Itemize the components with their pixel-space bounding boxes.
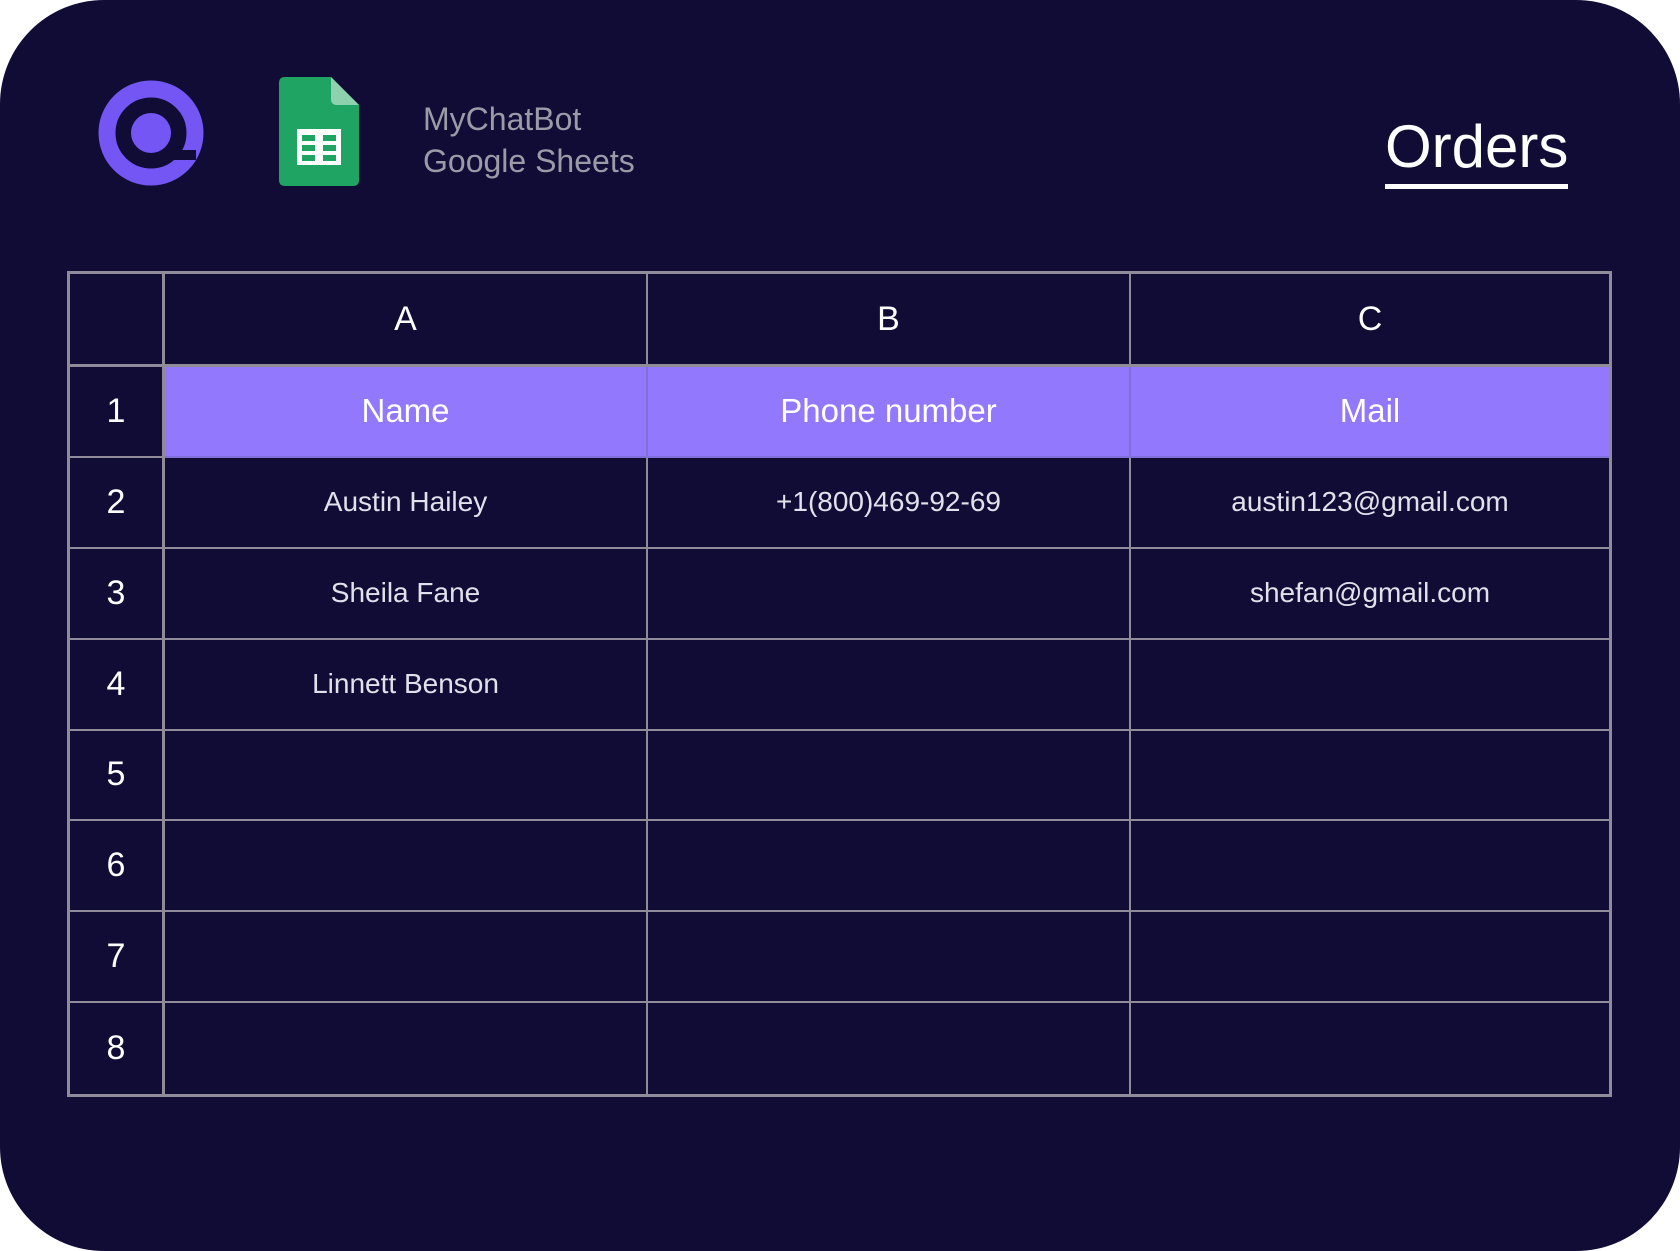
cell-b8[interactable] xyxy=(648,1003,1131,1094)
cell-c1[interactable]: Mail xyxy=(1131,367,1609,458)
cell-b2[interactable]: +1(800)469-92-69 xyxy=(648,457,1131,549)
cell-a8[interactable] xyxy=(165,1003,648,1094)
cell-b1[interactable]: Phone number xyxy=(648,367,1131,458)
column-header-b[interactable]: B xyxy=(648,274,1131,367)
row-header-3[interactable]: 3 xyxy=(70,548,165,640)
page-title[interactable]: Orders xyxy=(1385,114,1569,189)
corner-cell[interactable] xyxy=(70,274,165,367)
cell-c2[interactable]: austin123@gmail.com xyxy=(1131,458,1609,549)
column-header-a[interactable]: A xyxy=(165,274,648,367)
row-header-6[interactable]: 6 xyxy=(70,821,165,913)
cell-a2[interactable]: Austin Hailey xyxy=(165,457,648,549)
cell-c4[interactable] xyxy=(1131,640,1609,731)
spreadsheet-grid: A B C 1 Name Phone number Mail 2 Austin … xyxy=(67,271,1612,1097)
cell-c5[interactable] xyxy=(1131,731,1609,822)
row-header-1[interactable]: 1 xyxy=(70,367,165,458)
cell-a1[interactable]: Name xyxy=(165,367,648,458)
brand-text: MyChatBot Google Sheets xyxy=(423,98,635,182)
brand-name: MyChatBot xyxy=(423,101,582,137)
row-header-7[interactable]: 7 xyxy=(70,912,165,1004)
row-header-4[interactable]: 4 xyxy=(70,639,165,731)
cell-a6[interactable] xyxy=(165,821,648,913)
cell-b4[interactable] xyxy=(648,639,1131,731)
cell-c8[interactable] xyxy=(1131,1003,1609,1094)
chat-bubble-logo-icon xyxy=(98,80,204,186)
cell-b5[interactable] xyxy=(648,730,1131,822)
cell-b7[interactable] xyxy=(648,912,1131,1004)
cell-a4[interactable]: Linnett Benson xyxy=(165,639,648,731)
row-header-8[interactable]: 8 xyxy=(70,1003,165,1094)
orders-card: MyChatBot Google Sheets Orders A B C 1 N… xyxy=(0,0,1680,1251)
cell-c7[interactable] xyxy=(1131,912,1609,1004)
cell-b6[interactable] xyxy=(648,821,1131,913)
cell-c6[interactable] xyxy=(1131,821,1609,913)
row-header-2[interactable]: 2 xyxy=(70,457,165,549)
cell-a7[interactable] xyxy=(165,912,648,1004)
column-header-c[interactable]: C xyxy=(1131,274,1609,367)
cell-a3[interactable]: Sheila Fane xyxy=(165,548,648,640)
brand-integration: Google Sheets xyxy=(423,143,635,179)
google-sheets-icon xyxy=(279,77,359,186)
cell-c3[interactable]: shefan@gmail.com xyxy=(1131,549,1609,640)
cell-b3[interactable] xyxy=(648,548,1131,640)
cell-a5[interactable] xyxy=(165,730,648,822)
row-header-5[interactable]: 5 xyxy=(70,730,165,822)
